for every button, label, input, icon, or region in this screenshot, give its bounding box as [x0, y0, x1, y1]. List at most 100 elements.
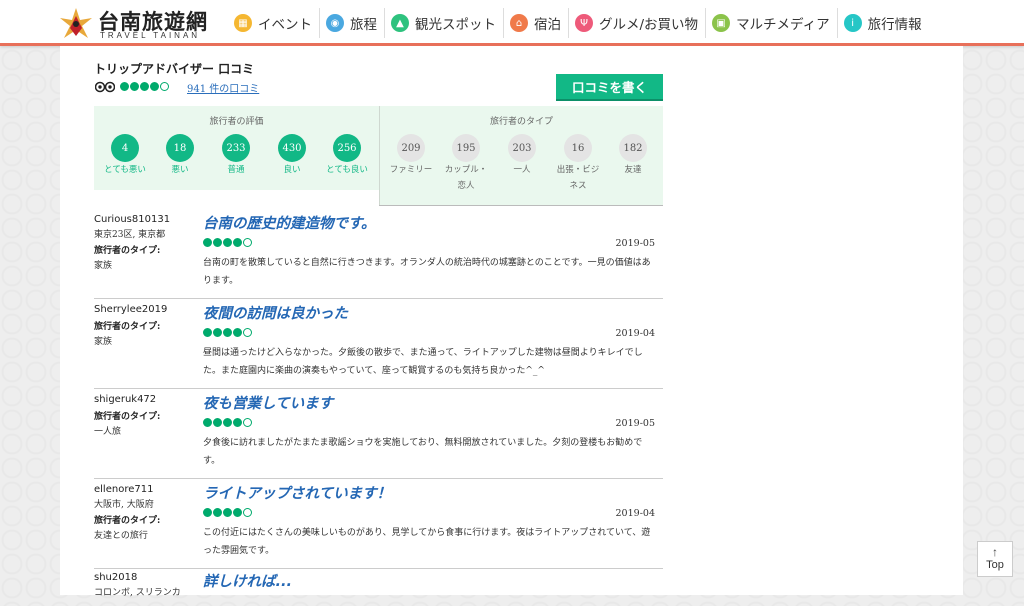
- review-title[interactable]: 夜間の訪問は良かった: [203, 302, 348, 323]
- reviewer-name[interactable]: shu2018: [94, 572, 137, 583]
- nav-item-label: 観光スポット: [415, 17, 496, 33]
- rating-bubble: [223, 328, 232, 337]
- traveler-type-label: 旅行者のタイプ:: [94, 516, 161, 526]
- nav-item-0[interactable]: ▦ イベント: [228, 8, 320, 38]
- review-text: この付近にはたくさんの美味しいものがあり、見学してから食事に行けます。夜はライト…: [203, 528, 651, 556]
- traveler-type-label-line2[interactable]: ネス: [548, 178, 608, 194]
- back-to-top-label: Top: [986, 559, 1004, 571]
- traveler-type-heading: 旅行者のタイプ: [489, 117, 553, 127]
- stats-divider: [379, 205, 663, 206]
- reviewer-location: 東京23区, 東京都: [94, 230, 166, 240]
- nav-item-label: 宿泊: [534, 17, 561, 33]
- rating-count-circle[interactable]: 430: [278, 134, 306, 162]
- review-rating-bubbles: [203, 328, 252, 337]
- review-rating-bubbles: [203, 418, 252, 427]
- nav-item-label: マルチメディア: [736, 17, 830, 33]
- nav-item-1[interactable]: ◉ 旅程: [320, 8, 385, 38]
- rating-label[interactable]: とても悪い: [95, 162, 155, 178]
- traveler-type-value: 一人旅: [94, 427, 122, 437]
- traveler-type-value: 友達との旅行: [94, 531, 148, 541]
- traveler-type-count-circle[interactable]: 209: [397, 134, 425, 162]
- traveler-type-label[interactable]: ファミリー: [381, 162, 441, 178]
- rating-bubble: [160, 82, 169, 91]
- overall-rating-bubbles: [120, 82, 169, 91]
- traveler-type-label-line2[interactable]: 恋人: [436, 178, 496, 194]
- mountain-icon: ▲: [391, 14, 409, 32]
- rating-stats: 旅行者の評価 4 とても悪い 18 悪い 233 普通 430 良い 256 とても良い 旅行者の…: [94, 106, 663, 206]
- reviewer-name[interactable]: Sherrylee2019: [94, 304, 167, 315]
- rating-count-circle[interactable]: 256: [333, 134, 361, 162]
- traveler-type-label[interactable]: 一人: [492, 162, 552, 178]
- nav-item-5[interactable]: ▣ マルチメディア: [706, 8, 838, 38]
- traveler-rating-heading: 旅行者の評価: [209, 117, 264, 127]
- media-icon: ▣: [712, 14, 731, 32]
- nav-item-2[interactable]: ▲ 観光スポット: [385, 8, 504, 38]
- rating-count-circle[interactable]: 4: [111, 134, 139, 162]
- rating-count-circle[interactable]: 18: [166, 134, 194, 162]
- rating-bubble: [233, 328, 242, 337]
- review-rating-bubbles: [203, 238, 252, 247]
- review-item: shu2018 コロンボ, スリランカ 詳しければ...: [94, 566, 663, 606]
- rating-bubble: [243, 508, 252, 517]
- logo-mark-icon: [60, 8, 92, 38]
- traveler-type-count-circle[interactable]: 195: [452, 134, 480, 162]
- traveler-type-label[interactable]: 出張・ビジ: [548, 162, 608, 178]
- traveler-type-section: 旅行者のタイプ 209 ファミリー 195 カップル・ 恋人 203 一人 16 出張・ビジ ネス…: [379, 106, 663, 206]
- traveler-type-label[interactable]: カップル・: [436, 162, 496, 178]
- tripadvisor-title: トリップアドバイザー 口コミ: [94, 62, 255, 76]
- rating-label[interactable]: 良い: [262, 162, 322, 178]
- back-to-top-button[interactable]: ↑ Top: [977, 541, 1013, 577]
- nav-item-3[interactable]: ⌂ 宿泊: [504, 8, 569, 38]
- rating-bubble: [233, 238, 242, 247]
- info-icon: i: [843, 14, 862, 32]
- site-logo[interactable]: 台南旅遊網 TRAVEL TAINAN: [58, 4, 208, 42]
- review-count-link[interactable]: 941 件の口コミ: [187, 80, 259, 95]
- review-rating-bubbles: [203, 508, 252, 517]
- nav-item-6[interactable]: i 旅行情報: [838, 8, 929, 38]
- rating-bubble: [203, 328, 212, 337]
- review-item: Curious810131 東京23区, 東京都 旅行者のタイプ: 家族 台南の歴史的建…: [94, 208, 663, 299]
- rating-bubble: [203, 508, 212, 517]
- traveler-type-count-circle[interactable]: 203: [508, 134, 536, 162]
- rating-bubble: [213, 238, 222, 247]
- main-nav: ▦ イベント ◉ 旅程 ▲ 観光スポット ⌂ 宿泊 Ψ グルメ/お買い物 ▣ マルチメディア i 旅行情報: [228, 0, 929, 46]
- rating-label[interactable]: 普通: [206, 162, 266, 178]
- nav-item-label: グルメ/お買い物: [599, 17, 699, 33]
- traveler-type-label: 旅行者のタイプ:: [94, 322, 161, 332]
- rating-count-circle[interactable]: 233: [222, 134, 250, 162]
- guide-icon: ◉: [326, 14, 344, 32]
- review-title[interactable]: 台南の歴史的建造物です。: [203, 212, 376, 233]
- rating-bubble: [223, 418, 232, 427]
- review-date: 2019-05: [615, 238, 655, 249]
- reviewer-name[interactable]: ellenore711: [94, 484, 153, 495]
- rating-bubble: [233, 508, 242, 517]
- nav-item-4[interactable]: Ψ グルメ/お買い物: [569, 8, 707, 38]
- review-title[interactable]: ライトアップされています！: [203, 482, 391, 503]
- rating-bubble: [223, 238, 232, 247]
- review-date: 2019-05: [615, 418, 655, 429]
- rating-label[interactable]: とても良い: [317, 162, 377, 178]
- reviewer-name[interactable]: shigeruk472: [94, 394, 156, 405]
- traveler-type-value: 家族: [94, 337, 113, 347]
- review-title[interactable]: 詳しければ...: [203, 570, 292, 591]
- review-title[interactable]: 夜も営業しています: [203, 392, 333, 413]
- write-review-button[interactable]: 口コミを書く: [556, 74, 663, 101]
- traveler-type-label: 旅行者のタイプ:: [94, 412, 161, 422]
- rating-bubble: [150, 82, 159, 91]
- rating-bubble: [213, 418, 222, 427]
- traveler-type-count-circle[interactable]: 182: [619, 134, 647, 162]
- house-icon: ⌂: [510, 14, 528, 32]
- rating-bubble: [243, 238, 252, 247]
- rating-bubble: [203, 418, 212, 427]
- review-item: ellenore711 大阪市, 大阪府 旅行者のタイプ: 友達との旅行 ライトアップさ…: [94, 478, 663, 569]
- rating-bubble: [243, 418, 252, 427]
- rating-bubble: [233, 418, 242, 427]
- reviewer-name[interactable]: Curious810131: [94, 214, 170, 225]
- traveler-type-label[interactable]: 友達: [603, 162, 663, 178]
- traveler-type-count-circle[interactable]: 16: [564, 134, 592, 162]
- rating-bubble: [120, 82, 129, 91]
- review-text: 台南の町を散策していると自然に行きつきます。オランダ人の統治時代の城塞跡とのこと…: [203, 258, 651, 286]
- rating-bubble: [140, 82, 149, 91]
- rating-label[interactable]: 悪い: [150, 162, 210, 178]
- calendar-icon: ▦: [234, 14, 252, 32]
